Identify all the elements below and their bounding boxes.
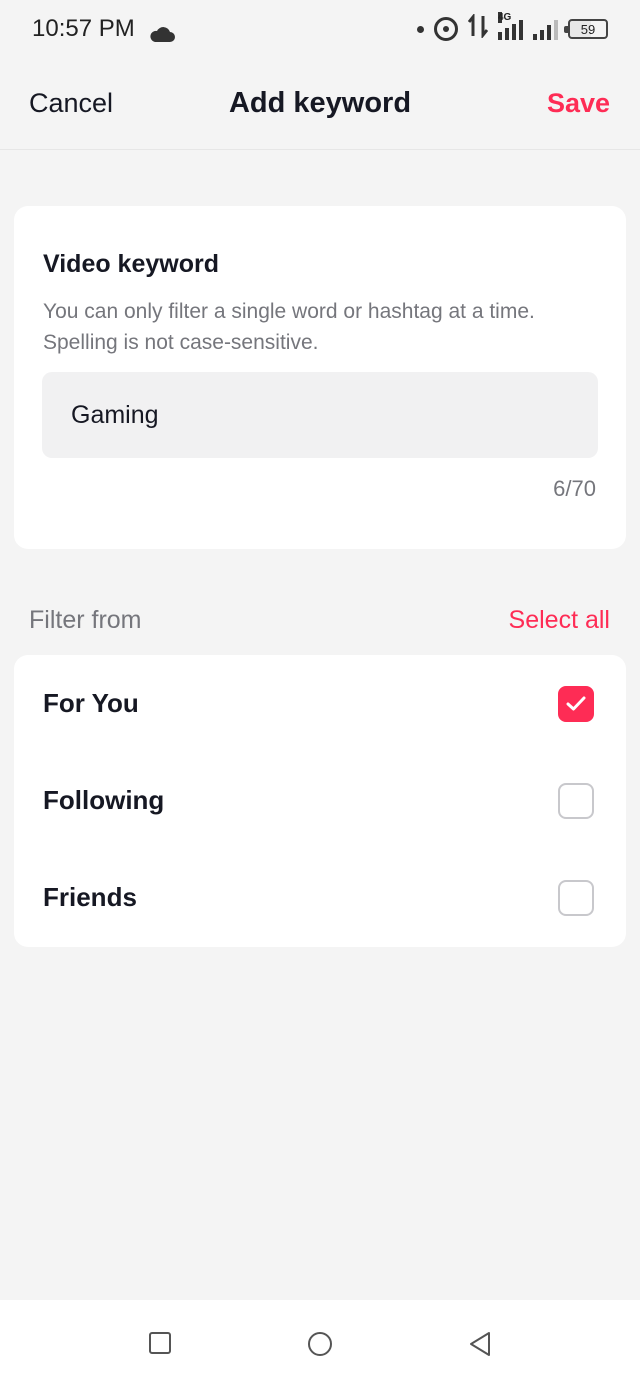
- filter-option-friends[interactable]: Friends: [14, 849, 626, 946]
- filter-section-label: Filter from: [29, 606, 142, 634]
- signal-icon: [533, 18, 558, 40]
- recents-square-icon[interactable]: [148, 1331, 172, 1355]
- cancel-button[interactable]: Cancel: [29, 88, 113, 119]
- keyword-card-title: Video keyword: [43, 250, 219, 278]
- keyword-input[interactable]: [42, 372, 598, 458]
- checkbox-unchecked[interactable]: [558, 782, 594, 819]
- battery-icon: 59: [564, 19, 608, 39]
- filter-option-following[interactable]: Following: [14, 752, 626, 849]
- filter-option-label: Friends: [43, 882, 137, 912]
- filter-option-label: For You: [43, 688, 139, 718]
- save-button[interactable]: Save: [547, 88, 610, 119]
- cloud-icon: [149, 22, 175, 42]
- char-counter: 6/70: [553, 476, 596, 501]
- system-nav-bar: [0, 1300, 640, 1386]
- back-triangle-icon[interactable]: [468, 1331, 492, 1356]
- hotspot-icon: [434, 17, 458, 41]
- checkmark-icon: [566, 696, 586, 710]
- checkbox-checked[interactable]: [558, 685, 594, 722]
- dot-icon: [417, 25, 424, 33]
- status-bar: 10:57 PM 4G 59: [0, 0, 640, 58]
- battery-level: 59: [580, 21, 596, 37]
- select-all-button[interactable]: Select all: [509, 606, 610, 635]
- filter-options-card: For You Following Friends: [14, 655, 626, 947]
- filter-option-for-you[interactable]: For You: [14, 655, 626, 752]
- nav-header: Cancel Add keyword Save: [0, 58, 640, 150]
- status-time: 10:57 PM: [32, 15, 135, 42]
- network-type-label: 4G: [498, 12, 512, 23]
- keyword-description: You can only filter a single word or has…: [43, 300, 535, 354]
- checkbox-unchecked[interactable]: [558, 879, 594, 916]
- filter-option-label: Following: [43, 785, 165, 815]
- keyword-card: Video keyword You can only filter a sing…: [14, 206, 626, 549]
- signal-4g-icon: 4G: [498, 12, 523, 40]
- home-circle-icon[interactable]: [307, 1331, 332, 1356]
- data-arrows-icon: [467, 12, 489, 44]
